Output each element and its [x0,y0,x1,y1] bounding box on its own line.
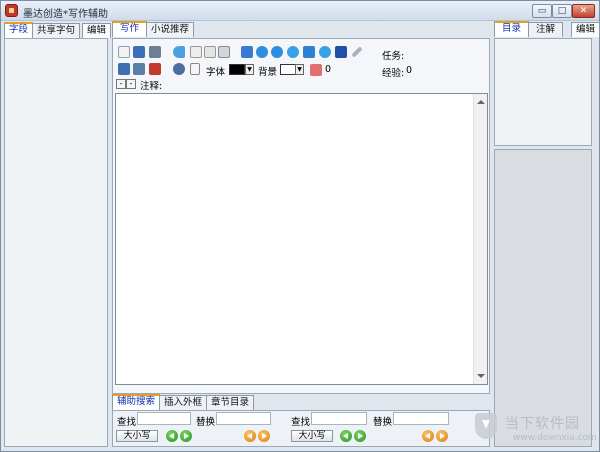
back-arrow-icon[interactable] [173,46,185,58]
find-label: 查找 [117,417,137,428]
replace-prev-icon[interactable] [244,430,256,442]
word-icon[interactable] [335,46,347,58]
find-input-2[interactable] [311,412,367,425]
background-color-dropdown[interactable]: ▼ [295,64,304,75]
find-next-icon[interactable] [180,430,192,442]
paste-icon[interactable] [118,63,130,75]
tab-writing[interactable]: 写作 [112,21,148,37]
left-tab-bar: 字段 共享字句 编辑 [4,22,112,38]
note-expand-button[interactable]: - [126,79,136,89]
tab-search[interactable]: 辅助搜索 [112,394,161,410]
text-color-swatch[interactable] [229,64,245,75]
watermark-en: www.downxia.com [513,433,597,443]
grid-doc-icon[interactable] [218,46,230,58]
tab-shared-sentences[interactable]: 共享字句 [32,23,81,38]
background-label: 背景 [258,67,278,78]
minimize-button[interactable]: ▭ [532,4,552,18]
clear-icon[interactable] [149,63,161,75]
replace-prev-icon-2[interactable] [422,430,434,442]
font-size-stepper-icon[interactable] [190,63,200,75]
blue-circle-icon[interactable] [319,46,331,58]
text-editor[interactable] [115,93,488,385]
exp-label: 经验: [382,68,405,79]
replace-input-2[interactable] [393,412,449,425]
app-window: 墨达创造*写作辅助 ▭ □ ✕ 字段 共享字句 编辑 写作 小说推荐 字体 ▼ … [0,0,600,452]
scroll-up-icon[interactable] [477,100,485,104]
document-icon[interactable] [190,46,202,58]
close-button[interactable]: ✕ [572,4,595,18]
text-color-dropdown[interactable]: ▼ [245,64,254,75]
scroll-down-icon[interactable] [477,374,485,378]
font-label: 字体 [206,67,226,78]
calendar-icon[interactable] [241,46,253,58]
match-case-button-2[interactable]: 大小写 [291,430,333,442]
tab-fields[interactable]: 字段 [4,22,34,38]
watermark-cn: 当下软件园 [505,416,580,432]
clock-icon[interactable] [256,46,268,58]
catalog-tree[interactable] [494,38,592,146]
watermark-shield-icon [475,413,497,439]
tab-catalog[interactable]: 目录 [494,21,530,37]
watermark: 当下软件园 www.downxia.com [475,411,600,451]
field-list[interactable] [4,38,108,447]
window-title: 墨达创造*写作辅助 [23,9,108,20]
replace-label: 替换 [196,417,216,428]
find-input[interactable] [137,412,191,425]
tab-insert-frame[interactable]: 插入外框 [159,395,208,410]
zoom-icon[interactable] [173,63,185,75]
note-collapse-button[interactable]: - [116,79,126,89]
find-prev-icon[interactable] [166,430,178,442]
note-label: 注释: [140,81,163,92]
tab-right-edit[interactable]: 编辑 [571,22,600,37]
center-tab-bar: 写作 小说推荐 [112,21,195,37]
print-icon[interactable] [149,46,161,58]
count-value: 0 [325,64,332,75]
settings-icon[interactable] [287,46,299,58]
find-prev-icon-2[interactable] [340,430,352,442]
save-icon[interactable] [133,46,145,58]
tab-novel-recommend[interactable]: 小说推荐 [146,22,195,37]
right-tab-bar: 目录 注解 编辑 [494,21,600,37]
find-label-2: 查找 [291,417,311,428]
annotation-area[interactable] [494,149,592,447]
replace-input[interactable] [216,412,271,425]
tab-chapter-list[interactable]: 章节目录 [206,395,255,410]
replace-next-icon[interactable] [258,430,270,442]
background-color-swatch[interactable] [280,64,296,75]
font-a-icon[interactable] [303,46,315,58]
maximize-button[interactable]: □ [552,4,572,18]
tab-annotation[interactable]: 注解 [528,22,564,37]
match-case-button[interactable]: 大小写 [116,430,158,442]
info-icon[interactable] [271,46,283,58]
replace-label-2: 替换 [373,417,393,428]
copy-doc-icon[interactable] [204,46,216,58]
find-next-icon-2[interactable] [354,430,366,442]
app-logo-icon [5,4,18,17]
new-file-icon[interactable] [118,46,130,58]
paste-special-icon[interactable] [133,63,145,75]
gift-icon[interactable] [310,64,322,76]
exp-value: 0 [406,65,413,76]
editor-scrollbar[interactable] [473,94,487,384]
title-bar[interactable]: 墨达创造*写作辅助 ▭ □ ✕ [1,1,599,21]
replace-next-icon-2[interactable] [436,430,448,442]
bottom-tab-bar: 辅助搜索 插入外框 章节目录 [112,394,255,410]
tab-left-edit[interactable]: 编辑 [82,23,112,38]
task-label: 任务: [382,51,405,62]
